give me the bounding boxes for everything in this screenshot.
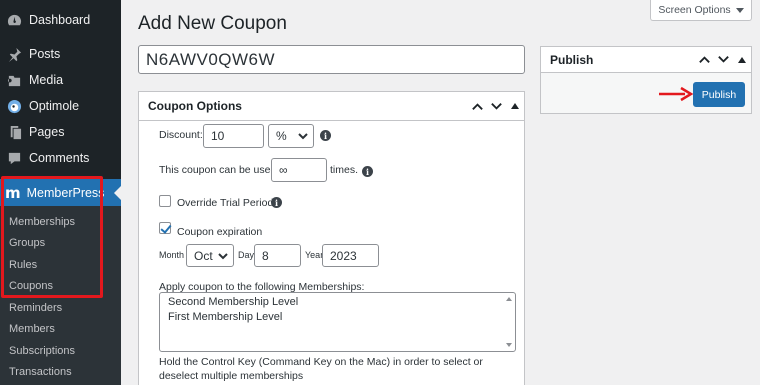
usage-count-input[interactable]: ∞: [271, 158, 327, 182]
membership-option[interactable]: First Membership Level: [168, 311, 282, 323]
media-icon: [6, 72, 22, 88]
submenu-item-memberships[interactable]: Memberships: [9, 216, 75, 228]
menu-item-comments[interactable]: Comments: [0, 145, 121, 171]
admin-sidebar: Dashboard Posts Media Optimole Pages Com…: [0, 0, 121, 385]
memberships-listbox[interactable]: Second Membership Level First Membership…: [159, 292, 516, 352]
menu-label: Comments: [29, 151, 90, 165]
menu-item-media[interactable]: Media: [0, 67, 121, 93]
info-icon[interactable]: i: [320, 130, 331, 141]
submenu-item-subscriptions[interactable]: Subscriptions: [9, 345, 75, 357]
discount-type-select[interactable]: %: [268, 124, 314, 148]
usage-label: This coupon can be used: [159, 164, 277, 176]
usage-count-value: ∞: [279, 163, 288, 177]
move-up-icon[interactable]: [698, 53, 711, 66]
menu-label: Optimole: [29, 99, 80, 113]
day-input[interactable]: 8: [254, 244, 301, 267]
submenu-item-groups[interactable]: Groups: [9, 237, 45, 249]
override-trial-checkbox[interactable]: [159, 195, 171, 207]
chevron-down-icon: [218, 251, 228, 261]
memberpress-submenu: Memberships Groups Rules Coupons Reminde…: [0, 206, 121, 385]
submenu-item-coupons[interactable]: Coupons: [9, 280, 53, 292]
submenu-item-members[interactable]: Members: [9, 323, 55, 335]
collapse-toggle-icon[interactable]: [511, 103, 519, 109]
discount-type-value: %: [276, 129, 287, 143]
menu-item-posts[interactable]: Posts: [0, 41, 121, 67]
menu-item-optimole[interactable]: Optimole: [0, 93, 121, 119]
menu-item-pages[interactable]: Pages: [0, 119, 121, 145]
discount-input[interactable]: 10: [203, 124, 264, 148]
collapse-toggle-icon[interactable]: [738, 56, 746, 63]
screen-options-button[interactable]: Screen Options: [650, 0, 752, 21]
memberships-hint: Hold the Control Key (Command Key on the…: [159, 356, 483, 382]
menu-label: Dashboard: [29, 13, 91, 27]
year-value: 2023: [330, 248, 357, 263]
menu-item-dashboard[interactable]: Dashboard: [0, 7, 121, 33]
month-label: Month: [159, 250, 185, 260]
submenu-item-rules[interactable]: Rules: [9, 259, 37, 271]
info-icon[interactable]: i: [271, 197, 282, 208]
current-menu-arrow: [114, 186, 121, 200]
pages-icon: [6, 124, 22, 140]
membership-option[interactable]: Second Membership Level: [168, 296, 298, 308]
info-icon[interactable]: i: [362, 166, 373, 177]
usage-suffix: times.: [330, 164, 359, 176]
menu-label: Posts: [29, 47, 61, 61]
day-label: Day: [238, 250, 255, 260]
move-down-icon[interactable]: [490, 100, 503, 113]
coupon-expiration-label: Coupon expiration: [177, 226, 263, 238]
comments-icon: [6, 150, 22, 166]
menu-item-memberpress[interactable]: m MemberPress: [0, 179, 121, 206]
scroll-up-icon[interactable]: [506, 297, 512, 301]
publish-button[interactable]: Publish: [693, 82, 745, 107]
move-down-icon[interactable]: [717, 53, 730, 66]
dashboard-icon: [6, 12, 22, 28]
submenu-item-transactions[interactable]: Transactions: [9, 366, 72, 378]
day-value: 8: [262, 248, 269, 263]
coupon-code-input[interactable]: N6AWV0QW6W: [138, 45, 525, 74]
publish-title: Publish: [550, 52, 594, 67]
chevron-down-icon: [298, 131, 308, 141]
month-select[interactable]: Oct: [186, 244, 234, 267]
menu-label: Media: [29, 73, 64, 87]
coupon-code-value: N6AWV0QW6W: [146, 49, 276, 69]
discount-value: 10: [211, 129, 225, 143]
box-handle-actions: [471, 92, 519, 120]
move-up-icon[interactable]: [471, 100, 484, 113]
arrow-right-icon: [659, 86, 693, 102]
submenu-item-reminders[interactable]: Reminders: [9, 302, 62, 314]
pin-icon: [6, 46, 22, 62]
listbox-scrollbar[interactable]: [503, 293, 515, 351]
coupon-expiration-checkbox[interactable]: [159, 222, 171, 234]
box-handle-actions: [698, 47, 746, 72]
caret-down-icon: [735, 7, 744, 13]
year-label: Year: [305, 250, 324, 260]
override-trial-label: Override Trial Period: [177, 197, 274, 209]
discount-label: Discount:: [159, 129, 203, 141]
scroll-down-icon[interactable]: [506, 343, 512, 347]
month-value: Oct: [194, 248, 213, 263]
publish-header: Publish: [541, 47, 751, 73]
year-input[interactable]: 2023: [322, 244, 379, 267]
coupon-options-title: Coupon Options: [148, 99, 242, 113]
page-title: Add New Coupon: [138, 13, 287, 34]
menu-label: MemberPress: [26, 185, 105, 200]
optimole-icon: [6, 98, 22, 114]
screen-options-label: Screen Options: [658, 4, 731, 16]
menu-label: Pages: [29, 125, 65, 139]
memberpress-logo-icon: m: [5, 183, 21, 202]
coupon-options-header: Coupon Options: [139, 92, 524, 121]
